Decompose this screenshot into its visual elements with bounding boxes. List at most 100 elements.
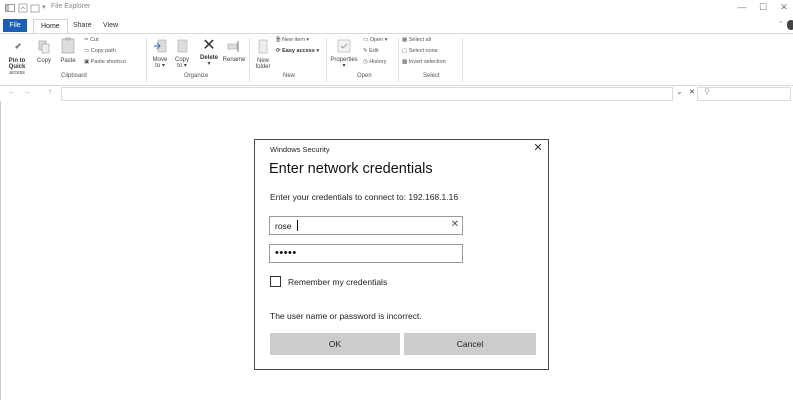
paste-label: Paste bbox=[60, 58, 76, 64]
password-field[interactable] bbox=[269, 244, 463, 263]
invert-selection-label: Invert selection bbox=[408, 59, 446, 65]
dialog-close-button[interactable]: ✕ bbox=[531, 141, 545, 155]
select-group-label: Select bbox=[423, 73, 440, 79]
ribbon-separator bbox=[249, 38, 250, 82]
open-group-label: Open bbox=[357, 73, 372, 79]
ribbon-separator bbox=[326, 38, 327, 82]
title-bar bbox=[0, 0, 793, 17]
move-to-icon bbox=[154, 39, 167, 53]
copy-label: Copy bbox=[36, 58, 51, 64]
rename-button[interactable]: Rename bbox=[222, 39, 246, 63]
tab-view[interactable]: View bbox=[96, 19, 125, 32]
delete-label-2: ▾ bbox=[207, 61, 211, 67]
delete-icon: ✕ bbox=[202, 37, 216, 54]
easy-access-button[interactable]: ⟳ Easy access ▾ bbox=[276, 48, 319, 55]
rename-label: Rename bbox=[222, 57, 246, 63]
copy-icon bbox=[38, 40, 50, 54]
select-none-button[interactable]: ▢ Select none bbox=[402, 48, 438, 55]
paste-shortcut-label: Paste shortcut bbox=[90, 59, 126, 65]
copy-to-label-2: to ▾ bbox=[177, 63, 187, 69]
ribbon-separator bbox=[146, 38, 147, 82]
new-group-label: New bbox=[283, 73, 296, 79]
content-pane-border bbox=[0, 101, 1, 400]
pin-label: Pin to Quick bbox=[8, 58, 26, 70]
organize-group-label: Organize bbox=[184, 73, 209, 79]
history-button[interactable]: ◷ History bbox=[363, 59, 386, 66]
error-message: The user name or password is incorrect. bbox=[270, 311, 422, 321]
explorer-icon bbox=[5, 4, 15, 12]
close-button[interactable]: ✕ bbox=[777, 2, 791, 13]
ribbon-separator bbox=[462, 38, 463, 82]
new-folder-label-2: folder bbox=[255, 64, 271, 70]
remember-credentials-label[interactable]: Remember my credentials bbox=[288, 277, 387, 287]
new-folder-button[interactable]: New folder bbox=[253, 39, 273, 70]
tab-home[interactable]: Home bbox=[33, 19, 68, 34]
easy-access-label: Easy access ▾ bbox=[282, 48, 320, 54]
edit-button[interactable]: ✎ Edit bbox=[363, 48, 379, 55]
copy-button[interactable]: Copy bbox=[33, 40, 55, 64]
new-folder-icon bbox=[258, 39, 268, 54]
pin-to-quick-access-button[interactable]: Pin to Quick access bbox=[2, 40, 32, 76]
username-field[interactable] bbox=[269, 216, 463, 235]
username-clear-button[interactable]: ✕ bbox=[449, 218, 461, 232]
properties-button[interactable]: Properties ▾ bbox=[329, 39, 359, 69]
help-icon[interactable] bbox=[787, 20, 793, 30]
cut-button[interactable]: ✂ Cut bbox=[84, 37, 99, 44]
address-bar[interactable] bbox=[61, 87, 673, 101]
open-button[interactable]: ▭ Open ▾ bbox=[363, 37, 387, 44]
copy-to-button[interactable]: Copy to ▾ bbox=[172, 39, 192, 69]
open-icon: ▭ bbox=[363, 37, 370, 43]
search-input[interactable] bbox=[697, 87, 791, 101]
select-none-label: Select none bbox=[408, 48, 438, 54]
properties-quick-icon[interactable] bbox=[18, 3, 28, 13]
move-to-button[interactable]: Move to ▾ bbox=[150, 39, 170, 69]
copy-path-label: Copy path bbox=[90, 48, 116, 54]
select-none-icon: ▢ bbox=[402, 48, 409, 54]
pin-label-2: access bbox=[9, 70, 25, 76]
username-value: rose bbox=[275, 221, 292, 231]
properties-label-2: ▾ bbox=[342, 63, 346, 69]
paste-button[interactable]: Paste bbox=[56, 37, 80, 64]
copy-path-icon: ▭ bbox=[84, 48, 91, 54]
tab-share[interactable]: Share bbox=[66, 19, 99, 32]
paste-shortcut-icon: ▣ bbox=[84, 59, 91, 65]
window-title: File Explorer bbox=[51, 3, 91, 10]
invert-selection-button[interactable]: ▩ Invert selection bbox=[402, 59, 446, 66]
maximize-button[interactable]: ☐ bbox=[756, 2, 770, 13]
password-value: ••••• bbox=[275, 247, 297, 259]
tab-file[interactable]: File bbox=[3, 19, 27, 32]
ribbon-separator bbox=[398, 38, 399, 82]
select-all-icon: ▦ bbox=[402, 37, 409, 43]
address-clear-icon[interactable]: ✕ bbox=[689, 88, 695, 96]
text-caret bbox=[297, 220, 298, 231]
cut-label: Cut bbox=[90, 37, 99, 43]
quick-access-dropdown-icon[interactable]: ▾ bbox=[42, 3, 46, 11]
remember-credentials-checkbox[interactable] bbox=[270, 276, 281, 287]
search-icon: ⚲ bbox=[704, 87, 710, 96]
properties-icon bbox=[337, 39, 351, 53]
delete-button[interactable]: ✕ Delete ▾ bbox=[197, 37, 221, 68]
dialog-caption: Windows Security bbox=[270, 145, 330, 154]
paste-icon bbox=[61, 37, 75, 54]
new-item-button[interactable]: 🗎 New item ▾ bbox=[276, 37, 309, 44]
minimize-button[interactable]: — bbox=[735, 2, 749, 12]
cancel-button[interactable]: Cancel bbox=[404, 333, 536, 355]
address-dropdown-icon[interactable]: ⌄ bbox=[676, 87, 683, 96]
up-button[interactable]: ↑ bbox=[48, 87, 52, 96]
paste-shortcut-button[interactable]: ▣ Paste shortcut bbox=[84, 59, 126, 66]
ok-button[interactable]: OK bbox=[270, 333, 400, 355]
new-item-label: New item ▾ bbox=[281, 37, 310, 43]
new-folder-quick-icon[interactable] bbox=[30, 3, 40, 13]
ribbon-collapse-icon[interactable]: ⌃ bbox=[778, 20, 784, 28]
dialog-heading: Enter network credentials bbox=[269, 161, 433, 177]
back-button[interactable]: ← bbox=[8, 87, 16, 96]
open-label: Open ▾ bbox=[369, 37, 388, 43]
forward-button[interactable]: → bbox=[23, 87, 31, 96]
clipboard-group-label: Clipboard bbox=[61, 73, 87, 79]
rename-icon bbox=[227, 41, 239, 52]
pin-icon bbox=[13, 41, 21, 51]
copy-to-icon bbox=[177, 39, 188, 53]
select-all-button[interactable]: ▦ Select all bbox=[402, 37, 431, 44]
copy-path-button[interactable]: ▭ Copy path bbox=[84, 48, 116, 55]
dialog-description: Enter your credentials to connect to: 19… bbox=[270, 192, 459, 202]
